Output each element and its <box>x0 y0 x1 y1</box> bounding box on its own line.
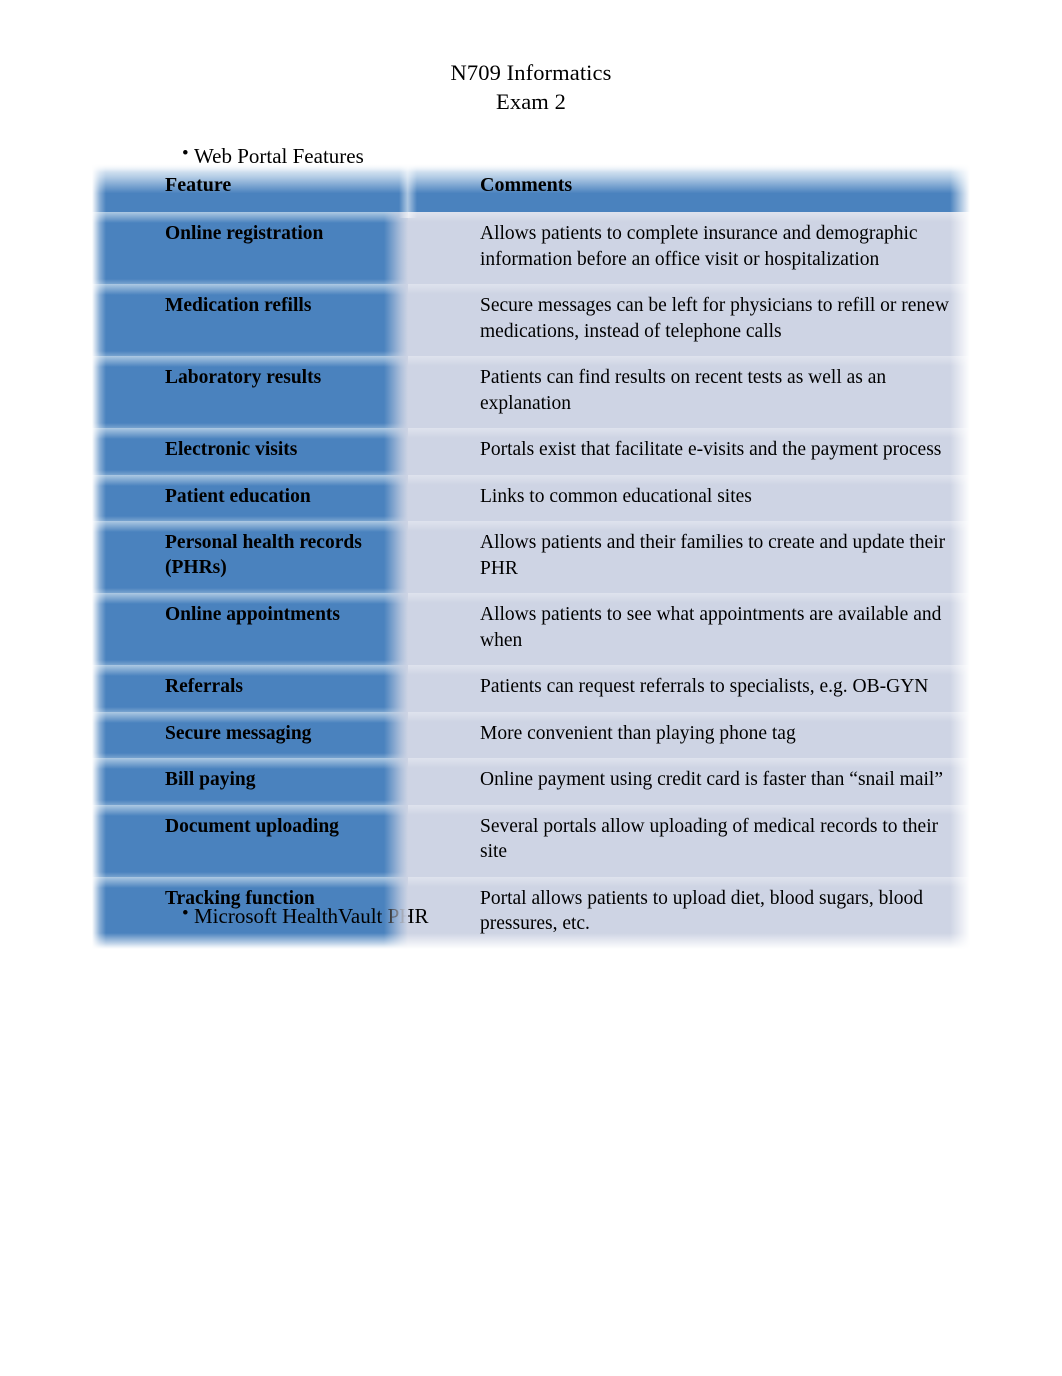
comments-text: Allows patients and their families to cr… <box>480 532 946 579</box>
table-row: Laboratory results Patients can find resu… <box>92 356 970 428</box>
feature-text: Secure messaging <box>165 722 312 744</box>
comments-text: Portal allows patients to upload diet, b… <box>480 887 924 935</box>
table-cell-feature: Electronic visits <box>92 428 408 475</box>
column-header-feature: Feature <box>92 163 417 218</box>
table-cell-comments: Allows patients and their families to cr… <box>408 521 970 593</box>
table-row: Personal health records (PHRs) Allows pat… <box>92 521 970 593</box>
feature-text: Bill paying <box>165 769 256 790</box>
feature-text: Referrals <box>165 676 243 697</box>
column-header-comments-label: Comments <box>480 174 573 196</box>
feature-text: Laboratory results <box>165 367 322 388</box>
feature-text: Patient education <box>165 485 311 507</box>
table-cell-feature: Secure messaging <box>92 711 408 758</box>
course-title: N709 Informatics <box>450 60 612 85</box>
table-cell-comments: Portal allows patients to upload diet, b… <box>408 876 970 949</box>
table-row: Tracking function Portal allows patients … <box>92 876 970 949</box>
table-row: Bill paying Online payment using credit c… <box>92 758 970 805</box>
table-cell-comments: Patients can find results on recent test… <box>408 356 970 428</box>
table-cell-comments: Links to common educational sites <box>408 474 970 521</box>
comments-text: Allows patients to complete insurance an… <box>480 223 918 270</box>
table-cell-comments: Secure messages can be left for physicia… <box>408 284 970 356</box>
table-cell-feature: Laboratory results <box>92 356 408 428</box>
table-cell-comments: Online payment using credit card is fast… <box>408 758 970 805</box>
table-row: Online appointments Allows patients to se… <box>92 593 970 665</box>
table-cell-comments: Patients can request referrals to specia… <box>408 665 970 712</box>
table-cell-comments: More convenient than playing phone tag <box>408 711 970 758</box>
web-portal-features-table-wrapper: Feature Comments Online registration Allo… <box>92 163 970 949</box>
comments-text: Links to common educational sites <box>480 485 752 507</box>
table-cell-feature: Personal health records (PHRs) <box>92 521 408 593</box>
comments-text: Online payment using credit card is fast… <box>480 769 943 790</box>
feature-text: Document uploading <box>165 815 339 837</box>
column-header-feature-label: Feature <box>165 174 232 196</box>
table-row: Electronic visits Portals exist that faci… <box>92 428 970 475</box>
table-row: Secure messaging More convenient than pla… <box>92 711 970 758</box>
table-cell-comments: Allows patients to see what appointments… <box>408 593 970 665</box>
table-cell-comments: Allows patients to complete insurance an… <box>408 212 970 284</box>
table-head: Feature Comments <box>92 163 970 218</box>
table-cell-feature: Referrals <box>92 665 408 712</box>
comments-text: Portals exist that facilitate e-visits a… <box>480 439 942 460</box>
comments-text: More convenient than playing phone tag <box>480 722 796 744</box>
bullet-marker-icon: • <box>182 143 189 164</box>
table-cell-comments: Several portals allow uploading of medic… <box>408 804 970 877</box>
comments-text: Allows patients to see what appointments… <box>480 604 942 651</box>
document-page: N709 Informatics Exam 2 • Web Portal Fea… <box>0 0 1062 1376</box>
feature-text: Online appointments <box>165 604 340 625</box>
table-cell-feature: Tracking function <box>92 876 408 949</box>
feature-text: Personal health records (PHRs) <box>165 532 362 578</box>
feature-text: Electronic visits <box>165 439 298 460</box>
table-cell-feature: Bill paying <box>92 758 408 805</box>
table-row: Document uploading Several portals allow … <box>92 804 970 877</box>
feature-text: Tracking function <box>165 887 315 909</box>
feature-text: Medication refills <box>165 295 312 316</box>
table-cell-feature: Online registration <box>92 212 408 284</box>
table-cell-feature: Patient education <box>92 474 408 521</box>
table-header-row: Feature Comments <box>92 163 970 218</box>
table-row: Online registration Allows patients to co… <box>92 212 970 284</box>
comments-text: Several portals allow uploading of medic… <box>480 815 939 863</box>
table-cell-feature: Medication refills <box>92 284 408 356</box>
comments-text: Patients can find results on recent test… <box>480 367 887 414</box>
table-cell-feature: Document uploading <box>92 804 408 877</box>
table-row: Patient education Links to common educati… <box>92 474 970 521</box>
web-portal-features-table: Feature Comments Online registration Allo… <box>92 163 970 949</box>
table-cell-feature: Online appointments <box>92 593 408 665</box>
exam-title: Exam 2 <box>496 89 566 114</box>
table-row: Medication refills Secure messages can be… <box>92 284 970 356</box>
table-body: Online registration Allows patients to co… <box>92 212 970 949</box>
comments-text: Secure messages can be left for physicia… <box>480 295 949 342</box>
table-row: Referrals Patients can request referrals … <box>92 665 970 712</box>
feature-text: Online registration <box>165 223 324 244</box>
column-header-comments: Comments <box>408 163 970 212</box>
document-header: N709 Informatics Exam 2 <box>0 58 1062 116</box>
comments-text: Patients can request referrals to specia… <box>480 676 929 697</box>
table-cell-comments: Portals exist that facilitate e-visits a… <box>408 428 970 475</box>
